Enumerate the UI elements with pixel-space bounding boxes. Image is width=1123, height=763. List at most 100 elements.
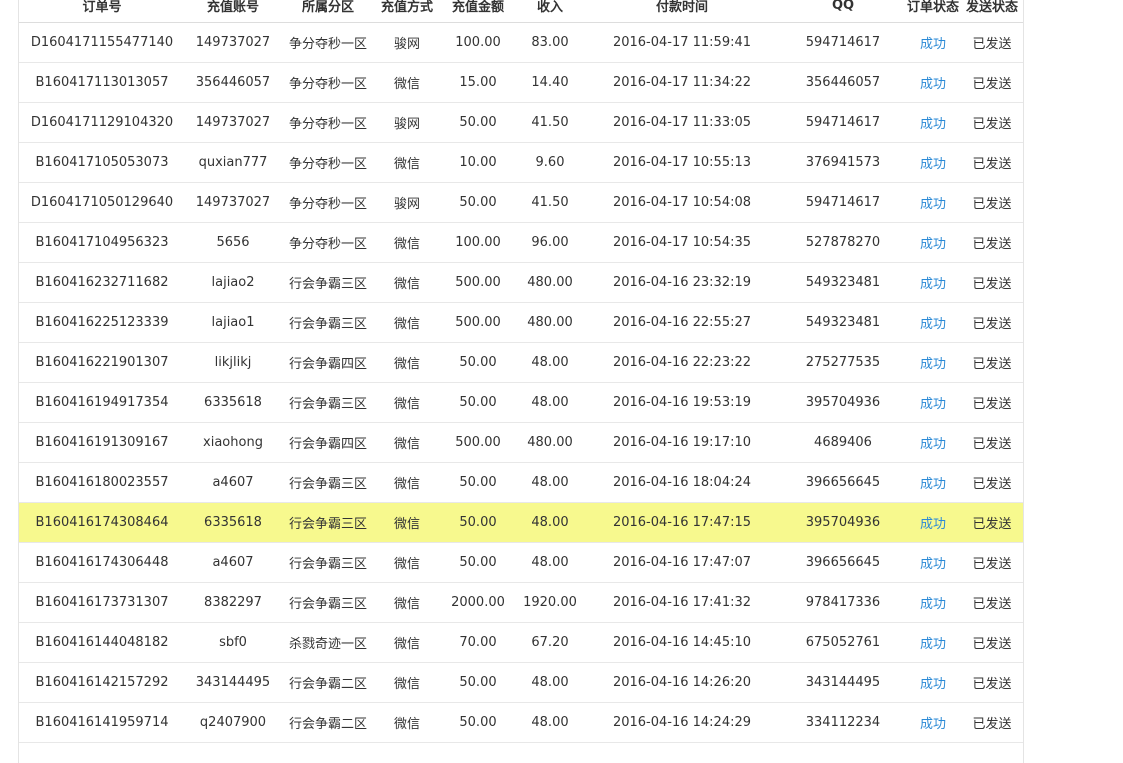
cell-order-status[interactable]: 成功 [905,583,961,622]
table-row[interactable]: B160416174306448 a4607 行会争霸三区 微信 50.00 48.00 2… [19,543,1023,583]
cell-payment-method: 微信 [393,517,420,532]
cell-recharge-amount: 50.00 [459,555,497,570]
cell-payment-time: 2016-04-16 22:55:27 [612,315,752,330]
cell-payment-time: 2016-04-16 23:32:19 [612,275,752,290]
cell-order-id: D1604171155477140 [30,35,174,50]
cell-order-id: B160416173731307 [35,595,169,610]
cell-qq: 395704936 [805,515,881,530]
cell-order-id: B160416142157292 [35,675,169,690]
cell-server-zone: 行会争霸二区 [288,677,367,692]
cell-qq: 334112234 [805,715,881,730]
cell-order-status[interactable]: 成功 [905,303,961,342]
header-payment-time: 付款时间 [655,0,708,15]
cell-server-zone: 行会争霸三区 [288,517,367,532]
table-row[interactable]: B160416174308464 6335618 行会争霸三区 微信 50.00 48.0… [19,503,1023,543]
table-row[interactable]: B160416194917354 6335618 行会争霸三区 微信 50.00 48.0… [19,383,1023,423]
cell-order-status[interactable]: 成功 [905,63,961,102]
cell-send-status: 已发送 [972,37,1012,52]
table-row[interactable]: B160416225123339 lajiao1 行会争霸三区 微信 500.00 480… [19,303,1023,343]
cell-payment-time: 2016-04-17 11:33:05 [612,115,752,130]
cell-order-status[interactable]: 成功 [905,343,961,382]
cell-payment-time: 2016-04-16 17:47:15 [612,515,752,530]
cell-payment-method: 微信 [393,557,420,572]
cell-send-status: 已发送 [972,197,1012,212]
cell-server-zone: 争分夺秒一区 [288,157,367,172]
table-row[interactable]: B160416232711682 lajiao2 行会争霸三区 微信 500.00 480… [19,263,1023,303]
cell-send-status: 已发送 [972,77,1012,92]
cell-payment-method: 微信 [393,637,420,652]
cell-order-id: B160416194917354 [35,395,169,410]
cell-send-status: 已发送 [972,597,1012,612]
table-row[interactable]: B160416141959714 q2407900 行会争霸二区 微信 50.00 48.… [19,703,1023,743]
table-header-row: 订单号 充值账号 所属分区 充值方式 充值金额 收入 付款时间 QQ 订单状态 … [19,0,1023,23]
cell-recharge-amount: 50.00 [459,115,497,130]
cell-payment-method: 微信 [393,77,420,92]
cell-qq: 4689406 [814,435,872,450]
cell-payment-method: 微信 [393,717,420,732]
cell-server-zone: 行会争霸四区 [288,357,367,372]
cell-order-status[interactable]: 成功 [905,463,961,502]
cell-payment-time: 2016-04-17 10:55:13 [612,155,752,170]
cell-order-status[interactable]: 成功 [905,263,961,302]
header-recharge-amount: 充值金额 [451,0,504,15]
cell-server-zone: 争分夺秒一区 [288,197,367,212]
cell-recharge-amount: 500.00 [455,435,501,450]
cell-income: 480.00 [527,435,573,450]
cell-recharge-account: 8382297 [204,595,262,610]
cell-recharge-amount: 50.00 [459,355,497,370]
cell-order-id: B160416191309167 [35,435,169,450]
cell-qq: 549323481 [805,315,881,330]
cell-order-status[interactable]: 成功 [905,23,961,62]
table-row[interactable]: B160416144048182 sbf0 杀戮奇迹一区 微信 70.00 67.20 20… [19,623,1023,663]
cell-qq: 396656645 [805,555,881,570]
table-row[interactable]: B160416191309167 xiaohong 行会争霸四区 微信 500.00 48… [19,423,1023,463]
table-row[interactable]: D1604171129104320 149737027 争分夺秒一区 骏网 50.00 4… [19,103,1023,143]
table-row[interactable]: B160417113013057 356446057 争分夺秒一区 微信 15.00 14… [19,63,1023,103]
cell-payment-time: 2016-04-16 17:41:32 [612,595,752,610]
cell-order-status[interactable]: 成功 [905,543,961,582]
cell-payment-time: 2016-04-17 11:59:41 [612,35,752,50]
table-row[interactable]: B160416142157292 343144495 行会争霸二区 微信 50.00 48… [19,663,1023,703]
header-server-zone: 所属分区 [301,0,354,15]
cell-recharge-amount: 10.00 [459,155,497,170]
cell-order-status[interactable]: 成功 [905,103,961,142]
cell-order-status[interactable]: 成功 [905,423,961,462]
table-row[interactable]: D1604171155477140 149737027 争分夺秒一区 骏网 100.00… [19,23,1023,63]
cell-send-status: 已发送 [972,637,1012,652]
cell-payment-method: 骏网 [393,37,420,52]
cell-order-status[interactable]: 成功 [905,183,961,222]
cell-order-status[interactable]: 成功 [905,383,961,422]
cell-income: 41.50 [531,195,569,210]
table-row[interactable]: B160417105053073 quxian777 争分夺秒一区 微信 10.00 9.… [19,143,1023,183]
table-row[interactable]: B160417104956323 5656 争分夺秒一区 微信 100.00 96.00 2… [19,223,1023,263]
cell-server-zone: 争分夺秒一区 [288,37,367,52]
cell-payment-time: 2016-04-17 10:54:35 [612,235,752,250]
cell-income: 96.00 [531,235,569,250]
cell-payment-time: 2016-04-16 14:45:10 [612,635,752,650]
cell-payment-method: 骏网 [393,117,420,132]
cell-order-status[interactable]: 成功 [905,703,961,742]
cell-send-status: 已发送 [972,317,1012,332]
cell-order-status[interactable]: 成功 [905,663,961,702]
cell-server-zone: 行会争霸三区 [288,477,367,492]
cell-payment-method: 微信 [393,357,420,372]
table-row[interactable]: B160416173731307 8382297 行会争霸三区 微信 2000.00 19… [19,583,1023,623]
cell-order-status[interactable]: 成功 [905,143,961,182]
cell-order-status[interactable]: 成功 [905,223,961,262]
header-qq: QQ [831,0,855,13]
cell-payment-time: 2016-04-16 18:04:24 [612,475,752,490]
cell-recharge-account: lajiao2 [211,275,255,290]
cell-order-status[interactable]: 成功 [905,503,961,542]
cell-payment-time: 2016-04-16 17:47:07 [612,555,752,570]
cell-income: 14.40 [531,75,569,90]
cell-income: 9.60 [535,155,565,170]
cell-order-status[interactable]: 成功 [905,623,961,662]
cell-recharge-account: 149737027 [195,115,271,130]
table-row[interactable]: B160416180023557 a4607 行会争霸三区 微信 50.00 48.00 2… [19,463,1023,503]
cell-qq: 396656645 [805,475,881,490]
cell-recharge-amount: 100.00 [455,235,501,250]
table-row[interactable]: D1604171050129640 149737027 争分夺秒一区 骏网 50.00 4… [19,183,1023,223]
table-row[interactable]: B160416221901307 likjlikj 行会争霸四区 微信 50.00 48.… [19,343,1023,383]
cell-order-id: B160416174306448 [35,555,169,570]
cell-income: 48.00 [531,555,569,570]
